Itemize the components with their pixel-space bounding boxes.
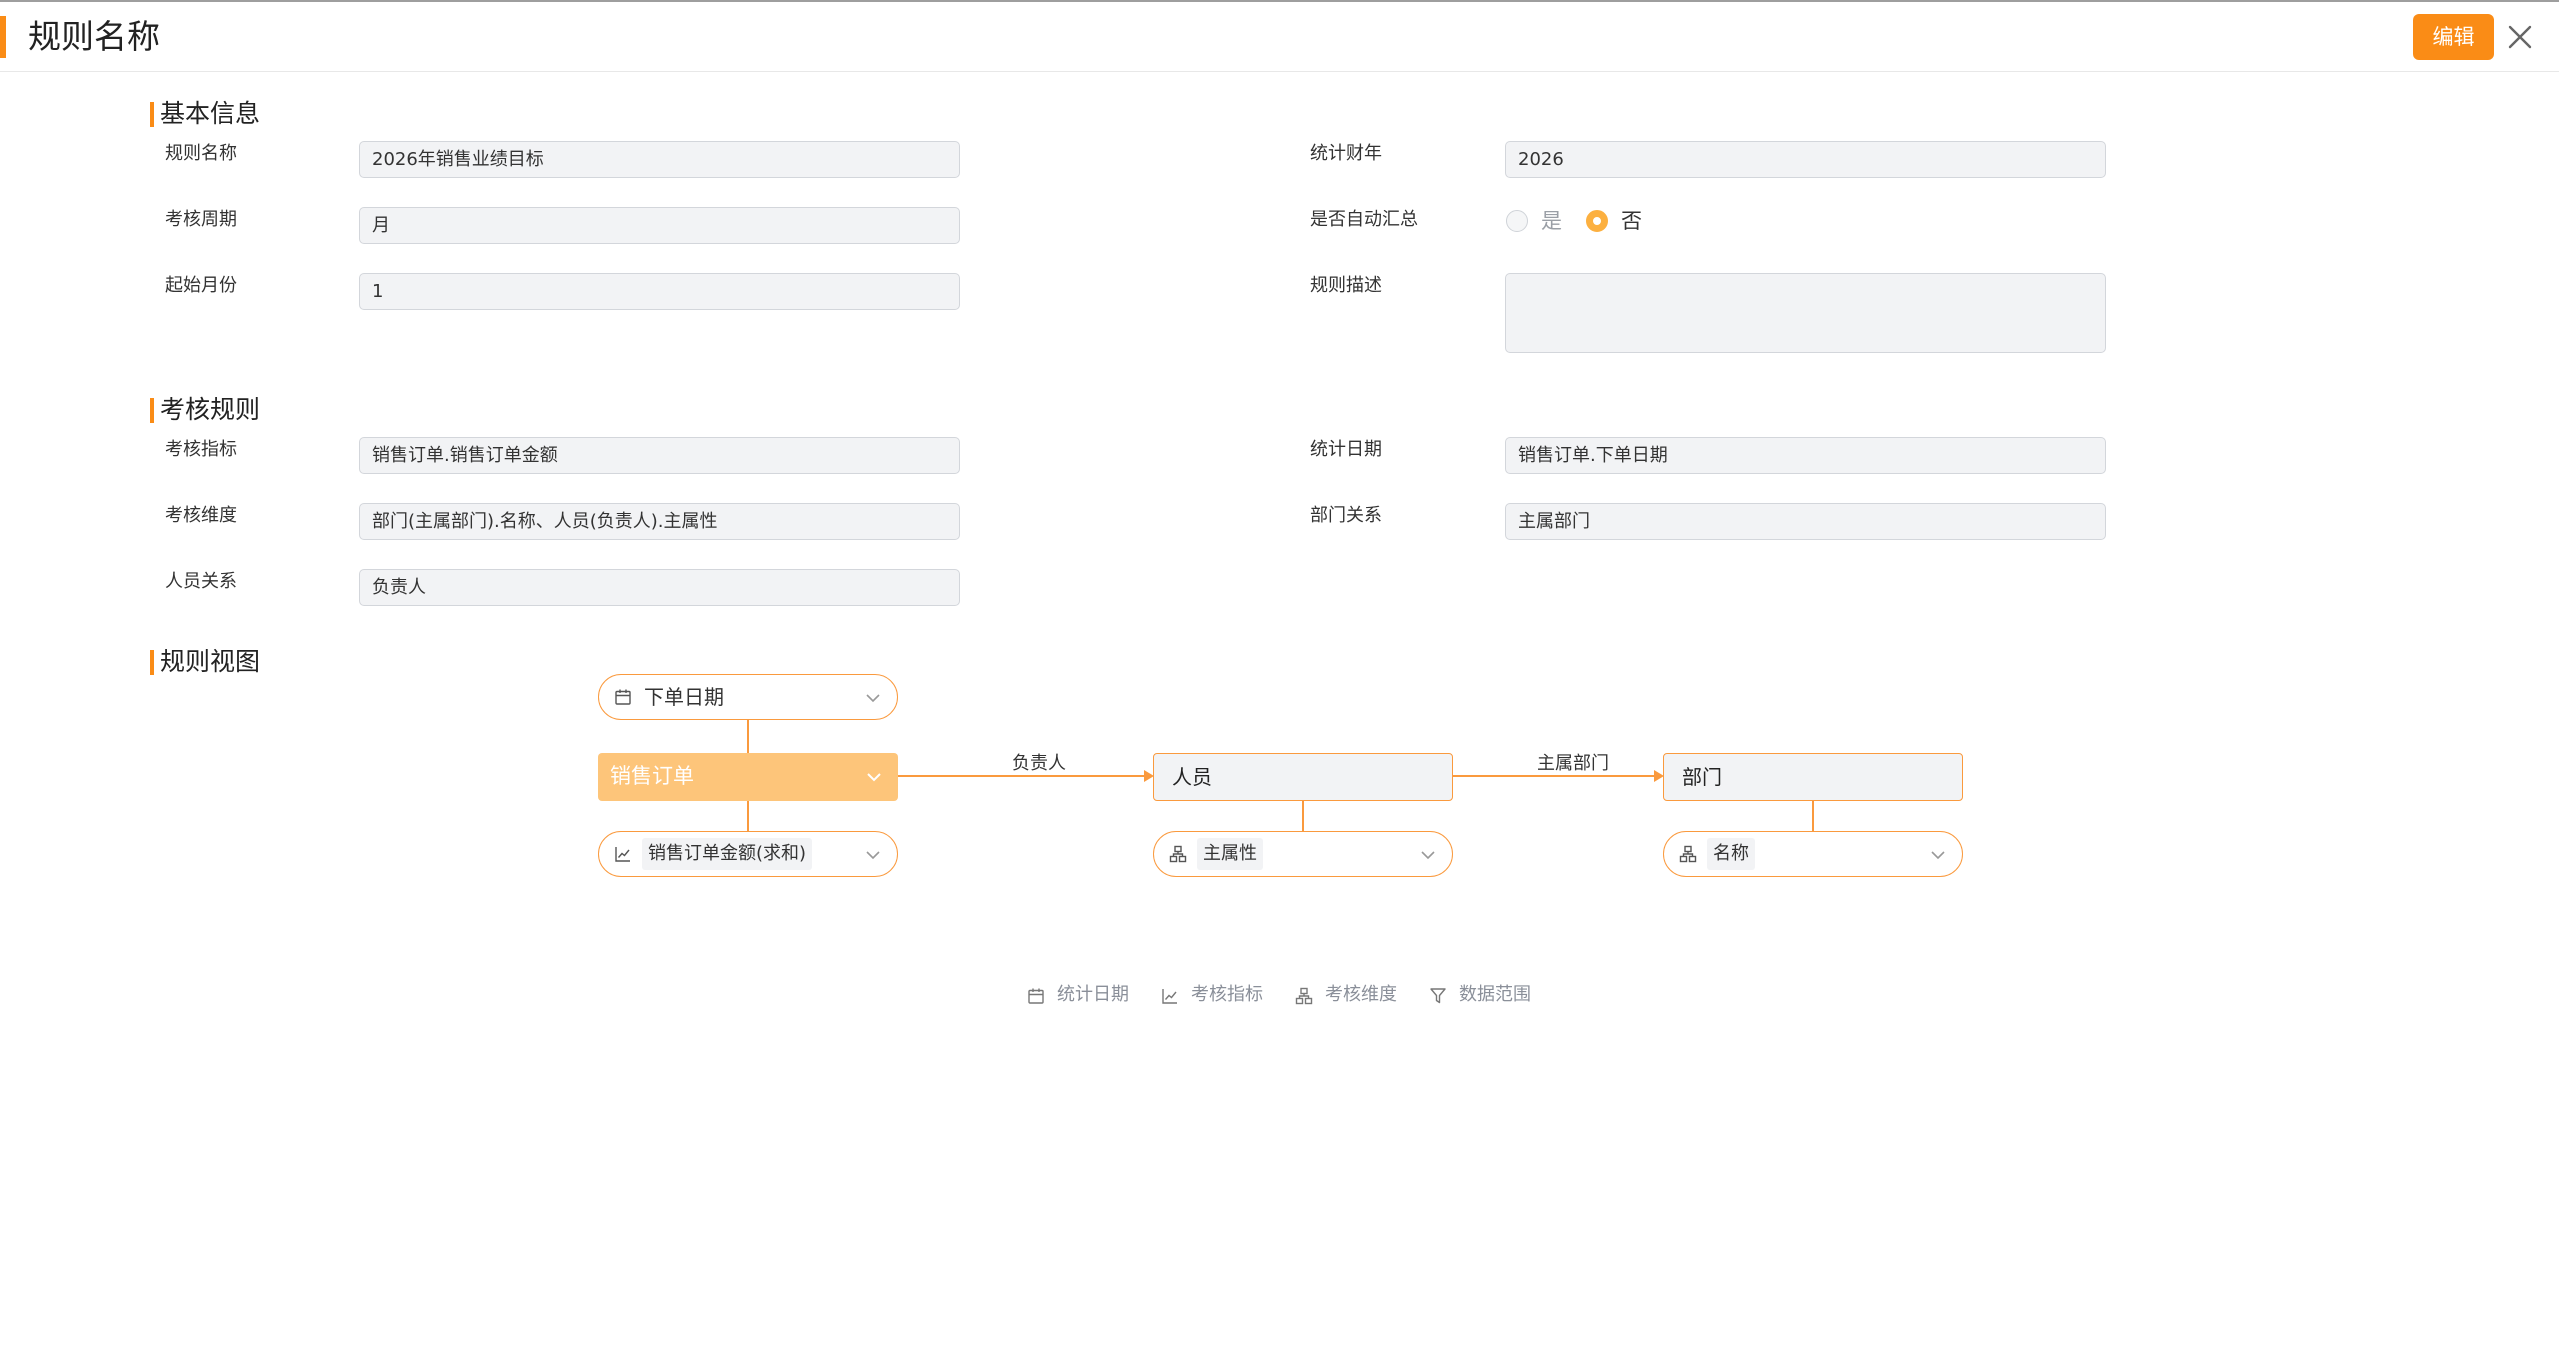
legend-label: 考核维度 [1325,984,1397,1005]
description-label: 规则描述 [1310,275,1382,296]
connector-dept-attr [1812,801,1814,835]
edit-button[interactable]: 编辑 [2413,14,2494,60]
legend-label: 考核指标 [1191,984,1263,1005]
calendar-icon [1028,988,1044,1004]
start-month-field[interactable]: 1 [359,273,960,310]
auto-sum-label: 是否自动汇总 [1310,209,1418,230]
hierarchy-icon [1295,987,1313,1005]
dimension-field[interactable]: 部门(主属部门).名称、人员(负责人).主属性 [359,503,960,540]
person-entity-node[interactable]: 人员 [1153,753,1453,801]
chevron-down-icon [866,851,880,860]
header-accent-bar [0,16,6,58]
person-attr-select[interactable]: 主属性 [1153,831,1453,877]
hierarchy-icon [1679,845,1697,863]
section-title-assessment: 考核规则 [150,394,260,426]
chevron-down-icon [867,773,881,782]
period-label: 考核周期 [165,209,237,230]
stat-date-field[interactable]: 销售订单.下单日期 [1505,437,2106,474]
calendar-icon [615,689,631,705]
dept-attr-tag: 名称 [1707,838,1755,870]
section-title-view: 规则视图 [150,646,260,678]
dept-entity-text: 部门 [1682,765,1722,789]
auto-sum-yes-radio[interactable] [1506,210,1528,232]
date-field-text: 下单日期 [644,685,724,709]
auto-sum-no-radio[interactable] [1586,210,1608,232]
chevron-down-icon [866,694,880,703]
fiscal-year-label: 统计财年 [1310,143,1382,164]
stat-date-label: 统计日期 [1310,439,1382,460]
auto-sum-no-label: 否 [1621,209,1642,233]
edge-label-main-dept: 主属部门 [1537,753,1609,774]
page-title: 规则名称 [28,17,160,56]
dimension-label: 考核维度 [165,505,237,526]
rule-name-label: 规则名称 [165,143,237,164]
hierarchy-icon [1169,845,1187,863]
legend-label: 数据范围 [1459,984,1531,1005]
measure-select[interactable]: 销售订单金额(求和) [598,831,898,877]
rule-name-field[interactable]: 2026年销售业绩目标 [359,141,960,178]
main-entity-node[interactable]: 销售订单 [598,753,898,801]
auto-sum-yes-label: 是 [1541,209,1562,233]
line-chart-icon [1162,989,1177,1004]
person-relation-field[interactable]: 负责人 [359,569,960,606]
fiscal-year-field[interactable]: 2026 [1505,141,2106,178]
connector-main-measure [747,801,749,835]
dept-entity-node[interactable]: 部门 [1663,753,1963,801]
main-entity-text: 销售订单 [610,764,694,788]
description-textarea[interactable] [1505,273,2106,353]
line-chart-icon [615,847,630,862]
filter-icon [1430,988,1446,1004]
measure-tag: 销售订单金额(求和) [642,838,813,870]
indicator-field[interactable]: 销售订单.销售订单金额 [359,437,960,474]
legend-label: 统计日期 [1057,984,1129,1005]
connector-date-main [747,719,749,753]
section-title-basic: 基本信息 [150,98,260,130]
person-entity-text: 人员 [1172,765,1212,789]
chevron-down-icon [1421,851,1435,860]
indicator-label: 考核指标 [165,439,237,460]
edge-label-owner: 负责人 [1012,753,1066,774]
page-header: 规则名称 编辑 [0,2,2559,72]
period-field[interactable]: 月 [359,207,960,244]
date-field-select[interactable]: 下单日期 [598,674,898,720]
dept-attr-select[interactable]: 名称 [1663,831,1963,877]
person-relation-label: 人员关系 [165,571,237,592]
chevron-down-icon [1931,851,1945,860]
close-icon[interactable] [2503,20,2537,54]
dept-relation-label: 部门关系 [1310,505,1382,526]
person-attr-tag: 主属性 [1197,838,1263,870]
dept-relation-field[interactable]: 主属部门 [1505,503,2106,540]
connector-person-attr [1302,801,1304,835]
start-month-label: 起始月份 [165,275,237,296]
